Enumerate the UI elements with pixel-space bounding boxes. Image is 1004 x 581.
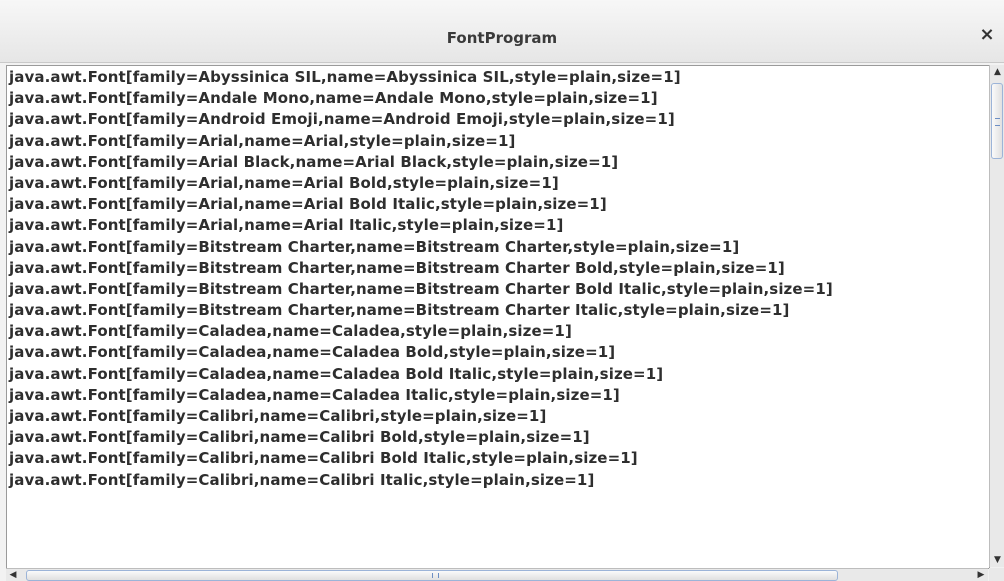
scroll-corner (989, 568, 1004, 581)
list-item[interactable]: java.awt.Font[family=Arial,name=Arial Bo… (9, 194, 833, 215)
horizontal-scrollbar[interactable]: ◀ ▶ (6, 568, 988, 581)
down-arrow-icon[interactable]: ▼ (990, 553, 1004, 567)
list-item[interactable]: java.awt.Font[family=Andale Mono,name=An… (9, 88, 833, 109)
close-icon[interactable]: × (976, 24, 998, 46)
list-item[interactable]: java.awt.Font[family=Arial Black,name=Ar… (9, 152, 833, 173)
list-item[interactable]: java.awt.Font[family=Bitstream Charter,n… (9, 258, 833, 279)
vertical-scroll-thumb[interactable] (991, 83, 1003, 159)
list-item[interactable]: java.awt.Font[family=Abyssinica SIL,name… (9, 67, 833, 88)
list-item[interactable]: java.awt.Font[family=Bitstream Charter,n… (9, 300, 833, 321)
list-item[interactable]: java.awt.Font[family=Calibri,name=Calibr… (9, 406, 833, 427)
list-item[interactable]: java.awt.Font[family=Arial,name=Arial Bo… (9, 173, 833, 194)
grip-icon (432, 573, 439, 578)
list-item[interactable]: java.awt.Font[family=Android Emoji,name=… (9, 109, 833, 130)
list-item[interactable]: java.awt.Font[family=Bitstream Charter,n… (9, 279, 833, 300)
left-arrow-icon[interactable]: ◀ (6, 569, 20, 581)
horizontal-scroll-thumb[interactable] (26, 570, 838, 581)
list-item[interactable]: java.awt.Font[family=Arial,name=Arial It… (9, 215, 833, 236)
list-item[interactable]: java.awt.Font[family=Caladea,name=Calade… (9, 321, 833, 342)
window-title: FontProgram (446, 29, 558, 47)
font-program-window: FontProgram × java.awt.Font[family=Abyss… (0, 0, 1004, 581)
list-item[interactable]: java.awt.Font[family=Arial,name=Arial,st… (9, 131, 833, 152)
list-item[interactable]: java.awt.Font[family=Caladea,name=Calade… (9, 364, 833, 385)
title-bar[interactable]: FontProgram × (0, 0, 1004, 63)
list-item[interactable]: java.awt.Font[family=Bitstream Charter,n… (9, 237, 833, 258)
font-list-area[interactable]: java.awt.Font[family=Abyssinica SIL,name… (6, 65, 990, 569)
up-arrow-icon[interactable]: ▲ (990, 65, 1004, 79)
list-item[interactable]: java.awt.Font[family=Caladea,name=Calade… (9, 342, 833, 363)
vertical-scrollbar[interactable]: ▲ ▼ (989, 65, 1004, 567)
font-list[interactable]: java.awt.Font[family=Abyssinica SIL,name… (9, 67, 833, 491)
list-item[interactable]: java.awt.Font[family=Calibri,name=Calibr… (9, 448, 833, 469)
list-item[interactable]: java.awt.Font[family=Calibri,name=Calibr… (9, 470, 833, 491)
right-arrow-icon[interactable]: ▶ (974, 569, 988, 581)
grip-icon (995, 118, 1000, 126)
list-item[interactable]: java.awt.Font[family=Calibri,name=Calibr… (9, 427, 833, 448)
list-item[interactable]: java.awt.Font[family=Caladea,name=Calade… (9, 385, 833, 406)
